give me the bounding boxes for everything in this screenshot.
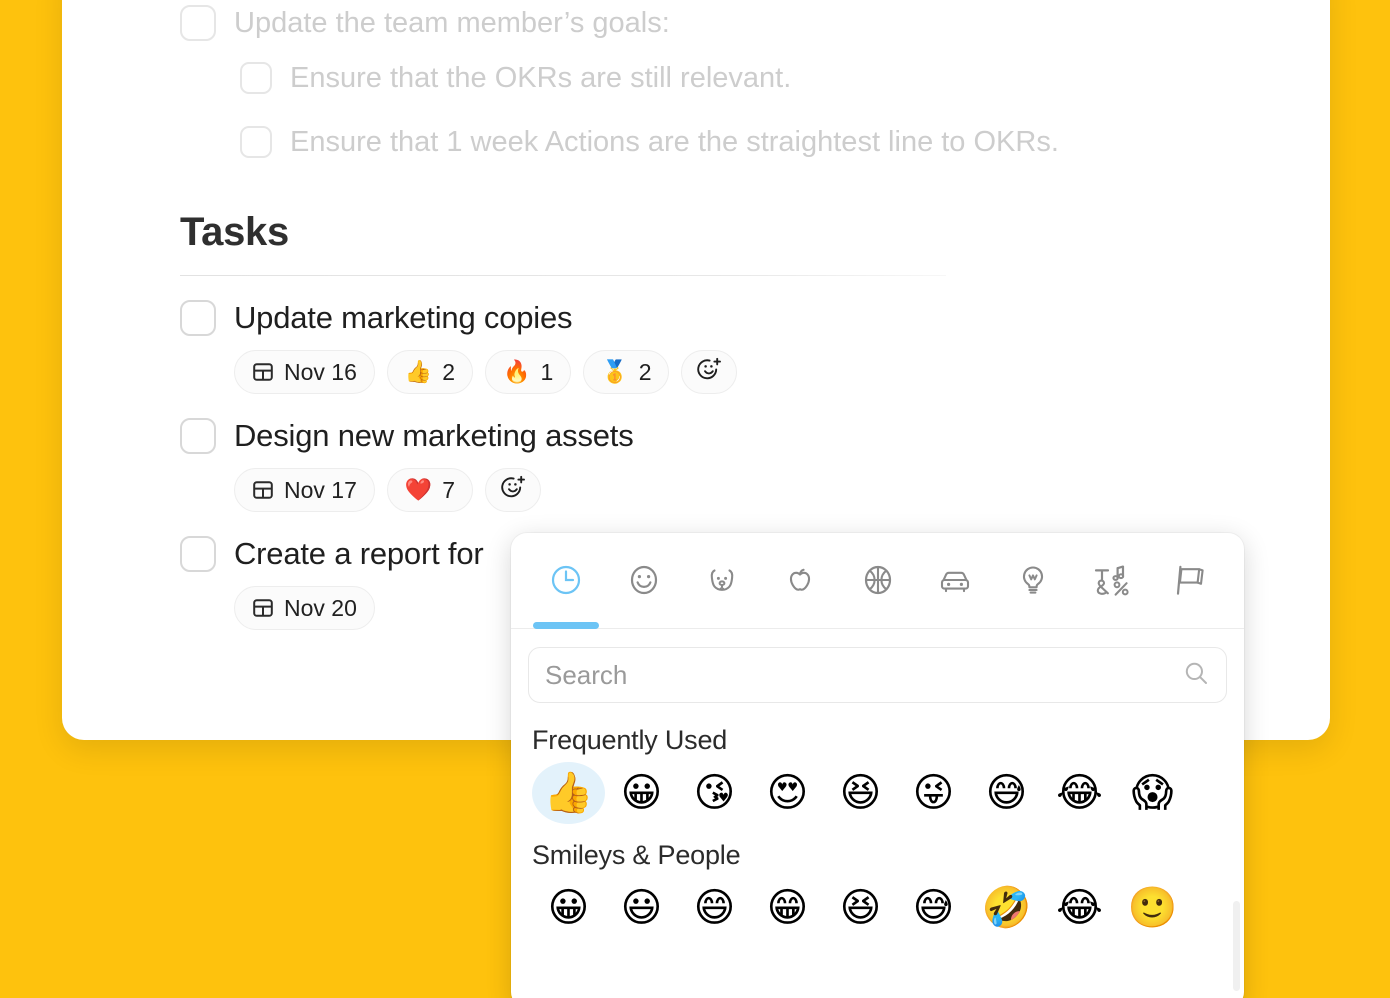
- emoji-button[interactable]: 😃: [605, 877, 678, 939]
- add-reaction-button[interactable]: [485, 468, 542, 512]
- task-chips: Nov 17 ❤️ 7: [234, 468, 1280, 512]
- flag-icon: [1169, 562, 1209, 598]
- task-main[interactable]: Design new marketing assets: [180, 418, 1280, 454]
- emoji-list-scrollbar[interactable]: [1233, 901, 1240, 991]
- emoji-search-bar[interactable]: [528, 647, 1227, 703]
- emoji-category-tabs: [511, 533, 1244, 629]
- due-date-chip[interactable]: Nov 20: [234, 586, 375, 630]
- search-input[interactable]: [545, 659, 1182, 691]
- apple-icon: [782, 562, 818, 598]
- add-reaction-icon: [696, 357, 722, 387]
- emoji-button[interactable]: 😁: [751, 877, 824, 939]
- emoji-button[interactable]: 🤣: [970, 877, 1043, 939]
- emoji-section-grid: 😀 😃 😄 😁 😆 😅 🤣 😂 🙂: [532, 877, 1227, 939]
- emoji-button[interactable]: 😆: [824, 877, 897, 939]
- add-reaction-icon: [500, 475, 526, 505]
- reaction-chip[interactable]: ❤️ 7: [386, 468, 474, 512]
- reaction-emoji: 👍: [404, 359, 433, 384]
- due-date-label: Nov 17: [284, 476, 357, 503]
- symbols-icon: [1090, 562, 1132, 598]
- task-row: Design new marketing assets Nov 17 ❤️ 7: [180, 418, 1280, 512]
- calendar-icon: [252, 361, 274, 383]
- basketball-icon: [860, 562, 896, 598]
- add-reaction-button[interactable]: [681, 350, 738, 394]
- task-main[interactable]: Update marketing copies: [180, 300, 1280, 336]
- task-title: Create a report for: [234, 535, 484, 571]
- smiley-icon: [626, 562, 662, 598]
- emoji-section-grid: 👍 😀 😘 😍 😆 😜 😅 😂 😱: [532, 762, 1227, 824]
- reaction-chip[interactable]: 🥇 2: [583, 350, 670, 394]
- emoji-button[interactable]: 😀: [605, 762, 678, 824]
- due-date-chip[interactable]: Nov 17: [234, 468, 375, 512]
- reaction-emoji: 🥇: [601, 359, 629, 384]
- emoji-button[interactable]: 👍: [532, 762, 605, 824]
- faded-checklist: Update the team member’s goals: Ensure t…: [180, 0, 1280, 174]
- tab-symbols[interactable]: [1072, 533, 1150, 628]
- car-icon: [936, 562, 974, 598]
- tab-animals[interactable]: [683, 533, 761, 628]
- lightbulb-icon: [1015, 562, 1051, 598]
- reaction-count: 7: [442, 476, 456, 503]
- emoji-button[interactable]: 😱: [1116, 762, 1189, 824]
- checklist-item[interactable]: Ensure that the OKRs are still relevant.: [240, 46, 1280, 110]
- due-date-chip[interactable]: Nov 16: [234, 350, 375, 394]
- checkbox[interactable]: [180, 5, 216, 41]
- reaction-chip[interactable]: 🔥 1: [485, 350, 572, 394]
- emoji-button[interactable]: 🙂: [1116, 877, 1189, 939]
- tab-food[interactable]: [761, 533, 839, 628]
- emoji-picker-popover: Frequently Used 👍 😀 😘 😍 😆 😜 😅 😂 😱 Smiley…: [511, 533, 1244, 998]
- checklist-item-label: Ensure that 1 week Actions are the strai…: [290, 125, 1059, 158]
- task-chips: Nov 16 👍 2 🔥 1 🥇 2: [234, 350, 1280, 394]
- task-checkbox[interactable]: [180, 300, 216, 336]
- reaction-chip[interactable]: 👍 2: [386, 350, 474, 394]
- checklist-item[interactable]: Update the team member’s goals:: [180, 0, 1280, 46]
- dog-icon: [704, 562, 740, 598]
- search-icon: [1182, 659, 1210, 692]
- emoji-button[interactable]: 😅: [897, 877, 970, 939]
- tab-objects[interactable]: [994, 533, 1072, 628]
- task-title: Update marketing copies: [234, 299, 573, 335]
- emoji-search-wrapper: [511, 629, 1244, 703]
- checkbox[interactable]: [240, 126, 272, 158]
- checklist-item[interactable]: Ensure that 1 week Actions are the strai…: [240, 110, 1280, 174]
- task-row: Update marketing copies Nov 16 👍 2 🔥 1 🥇…: [180, 300, 1280, 394]
- emoji-button[interactable]: 😘: [678, 762, 751, 824]
- reaction-emoji: ❤️: [404, 477, 433, 502]
- emoji-button[interactable]: 😆: [824, 762, 897, 824]
- emoji-button[interactable]: 😍: [751, 762, 824, 824]
- reaction-count: 2: [638, 358, 652, 385]
- calendar-icon: [252, 597, 274, 619]
- checklist-item-label: Update the team member’s goals:: [234, 6, 670, 39]
- task-checkbox[interactable]: [180, 536, 216, 572]
- emoji-button[interactable]: 😂: [1043, 762, 1116, 824]
- tab-activities[interactable]: [839, 533, 917, 628]
- task-title: Design new marketing assets: [234, 417, 634, 453]
- emoji-list: Frequently Used 👍 😀 😘 😍 😆 😜 😅 😂 😱 Smiley…: [511, 703, 1244, 998]
- tab-smileys[interactable]: [605, 533, 683, 628]
- calendar-icon: [252, 479, 274, 501]
- checklist-item-label: Ensure that the OKRs are still relevant.: [290, 61, 792, 94]
- tab-flags[interactable]: [1150, 533, 1228, 628]
- emoji-button[interactable]: 😜: [897, 762, 970, 824]
- reaction-emoji: 🔥: [503, 359, 531, 384]
- tab-recent[interactable]: [527, 533, 605, 629]
- section-divider: [180, 275, 946, 276]
- section-heading: Tasks: [180, 210, 289, 254]
- reaction-count: 2: [442, 358, 456, 385]
- due-date-label: Nov 16: [284, 358, 357, 385]
- tab-travel[interactable]: [916, 533, 994, 628]
- clock-icon: [548, 562, 584, 598]
- emoji-button[interactable]: 😄: [678, 877, 751, 939]
- task-checkbox[interactable]: [180, 418, 216, 454]
- emoji-button[interactable]: 😂: [1043, 877, 1116, 939]
- emoji-section-title: Smileys & People: [532, 840, 741, 870]
- emoji-section-title: Frequently Used: [532, 725, 728, 755]
- emoji-button[interactable]: 😅: [970, 762, 1043, 824]
- due-date-label: Nov 20: [284, 594, 357, 621]
- checkbox[interactable]: [240, 62, 272, 94]
- reaction-count: 1: [540, 358, 554, 385]
- emoji-button[interactable]: 😀: [532, 877, 605, 939]
